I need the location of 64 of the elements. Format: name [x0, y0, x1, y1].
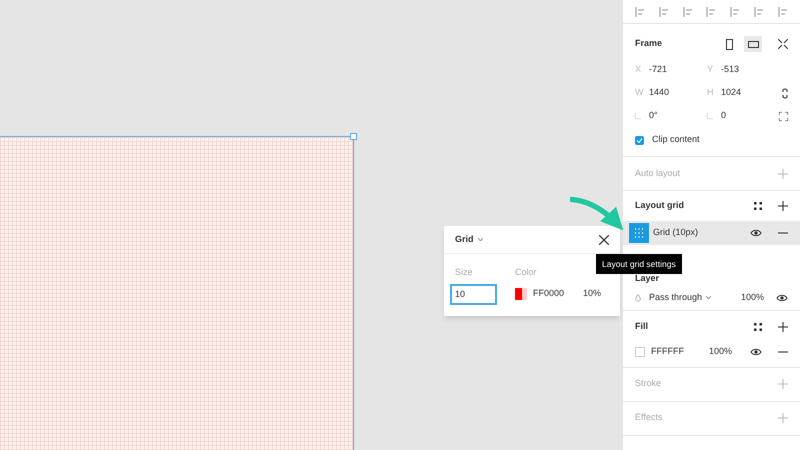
- color-label: Color: [515, 266, 537, 279]
- plus-icon[interactable]: [778, 322, 788, 332]
- resize-icon[interactable]: [778, 39, 788, 49]
- blend-mode-dropdown[interactable]: Pass through: [649, 290, 712, 304]
- eye-icon[interactable]: [750, 229, 762, 237]
- opacity-value: 10%: [583, 287, 602, 300]
- eye-icon[interactable]: [750, 348, 762, 356]
- section-title: Layout grid: [635, 199, 684, 212]
- layer-opacity[interactable]: 100%: [740, 290, 764, 304]
- chevron-icon: [706, 296, 712, 299]
- align-icon[interactable]: [754, 6, 764, 16]
- constraint-icon[interactable]: [782, 88, 788, 98]
- rotation-icon: [635, 113, 641, 119]
- color-swatch[interactable]: [515, 288, 527, 300]
- blend-drop-icon: [635, 294, 641, 302]
- grid-label: Grid (10px): [653, 226, 698, 240]
- corner-radius-icon: [707, 113, 713, 119]
- field-value[interactable]: -721: [649, 63, 668, 77]
- align-icon[interactable]: [658, 6, 669, 16]
- clip-content-label: Clip content: [652, 133, 700, 146]
- align-icon[interactable]: [706, 6, 716, 16]
- align-icon[interactable]: [682, 6, 693, 16]
- frame-title: Frame: [635, 37, 662, 50]
- align-icon[interactable]: [730, 6, 740, 16]
- color-hex: FF0000: [533, 287, 566, 300]
- align-icon[interactable]: [635, 6, 645, 16]
- section-title: Auto layout: [635, 166, 680, 180]
- blend-mode-label: Pass through: [649, 290, 702, 304]
- field-label: X: [635, 63, 642, 76]
- section-title: Stroke: [635, 377, 662, 390]
- chevron-icon: [478, 238, 483, 241]
- fill-swatch[interactable]: [635, 346, 645, 356]
- field-value[interactable]: 1440: [649, 86, 670, 100]
- section-title: Effects: [635, 411, 662, 424]
- minus-icon[interactable]: [778, 232, 788, 234]
- fill-hex[interactable]: FFFFFF: [651, 344, 709, 358]
- field-label: Y: [707, 63, 714, 76]
- resize-handle[interactable]: [350, 133, 357, 140]
- field-label: W: [635, 86, 644, 100]
- field-value[interactable]: 0°: [649, 109, 658, 123]
- grid-type-label: Grid: [455, 232, 474, 246]
- close-icon[interactable]: [599, 234, 609, 244]
- plus-icon[interactable]: [778, 201, 788, 211]
- grid-type-dropdown[interactable]: Grid: [455, 232, 483, 246]
- align-icon[interactable]: [778, 6, 788, 16]
- eye-icon[interactable]: [776, 294, 788, 302]
- field-value[interactable]: 1024: [721, 86, 742, 100]
- grid-dots-icon[interactable]: [754, 202, 762, 210]
- size-input[interactable]: 10: [450, 284, 497, 304]
- field-value[interactable]: 0: [721, 109, 726, 123]
- grid-settings-icon[interactable]: [629, 223, 649, 243]
- field-value[interactable]: -513: [721, 63, 740, 77]
- section-title: Layer: [635, 272, 660, 285]
- tooltip: Layout grid settings: [596, 254, 682, 274]
- fill-opacity[interactable]: 100%: [709, 344, 732, 358]
- landscape-button[interactable]: [744, 36, 762, 52]
- clip-checkbox[interactable]: [635, 136, 644, 144]
- grid-dots-icon[interactable]: [754, 322, 762, 330]
- field-label: H: [707, 86, 714, 100]
- minus-icon[interactable]: [778, 350, 788, 352]
- corners-icon[interactable]: [779, 112, 788, 120]
- size-label: Size: [455, 266, 474, 279]
- section-title: Fill: [635, 320, 648, 333]
- layout-grid-row[interactable]: Grid (10px): [623, 221, 800, 245]
